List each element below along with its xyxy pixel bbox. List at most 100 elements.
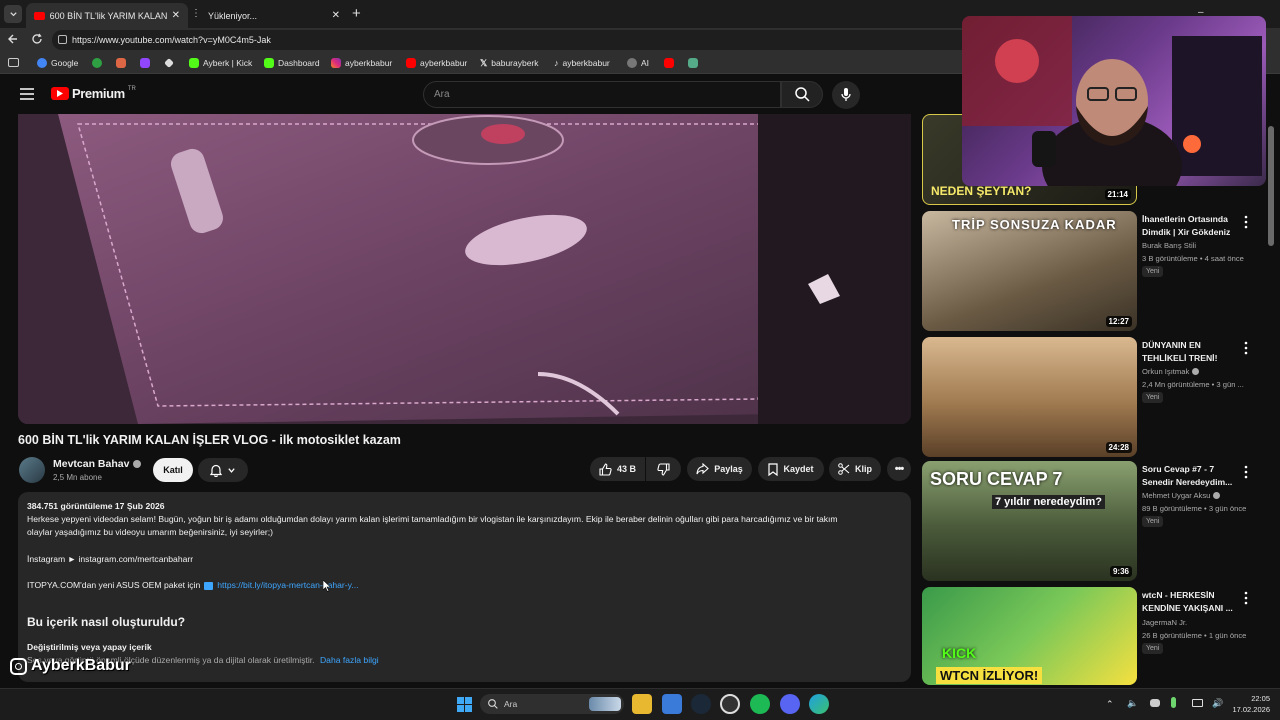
video-title[interactable]: DÜNYANIN EN TEHLİKELİ TRENİ! [1142, 339, 1242, 365]
twitch-icon [140, 58, 150, 68]
kick-icon [189, 58, 199, 68]
mouse-cursor [323, 580, 331, 592]
youtube-logo[interactable]: Premium TR [51, 86, 136, 101]
bookmark-icon-yt[interactable] [664, 56, 674, 70]
tab-loading[interactable]: Yükleniyor... ✕ [200, 3, 348, 28]
channel-name[interactable]: Orkun Işıtmak [1142, 367, 1200, 376]
discord-icon[interactable] [780, 694, 800, 714]
page-scrollbar[interactable] [1268, 126, 1274, 246]
voice-search-button[interactable] [832, 81, 860, 109]
bookmark-icon-1[interactable] [92, 56, 102, 70]
video-player[interactable] [18, 114, 911, 424]
video-title[interactable]: Soru Cevap #7 - 7 Senedir Neredeydim... [1142, 463, 1242, 489]
dislike-button[interactable] [646, 457, 681, 481]
video-thumbnail[interactable]: KICK WTCN İZLİYOR! [922, 587, 1137, 685]
sidebar-toggle-icon[interactable] [8, 58, 19, 67]
new-badge: Yeni [1142, 266, 1164, 277]
volume-icon[interactable]: 🔊 [1212, 698, 1223, 709]
search-button[interactable] [781, 81, 823, 108]
menu-icon[interactable] [20, 88, 34, 100]
verified-icon [1213, 492, 1221, 499]
bookmark-instagram[interactable]: ayberkbabur [331, 56, 392, 70]
join-button[interactable]: Katıl [153, 458, 193, 482]
ai-icon [627, 58, 637, 68]
channel-name[interactable]: Mevtcan Bahav [53, 458, 142, 470]
clock[interactable]: 22:05 17.02.2026 [1230, 693, 1270, 715]
tab-close-icon[interactable]: ✕ [332, 10, 340, 21]
video-thumbnail[interactable]: SORU CEVAP 7 7 yıldır neredeydim? 9:36 [922, 461, 1137, 581]
google-icon [37, 58, 47, 68]
tray-chevron-up-icon[interactable]: ⌃ [1106, 699, 1114, 710]
recommendation-card[interactable]: SORU CEVAP 7 7 yıldır neredeydim? 9:36 S… [922, 461, 1267, 581]
video-thumbnail[interactable]: 24:28 [922, 337, 1137, 457]
like-button[interactable]: 43 B [590, 457, 645, 481]
video-title: 600 BİN TL'lik YARIM KALAN İŞLER VLOG - … [18, 433, 401, 447]
video-duration: 24:28 [1105, 442, 1132, 453]
file-explorer-icon[interactable] [632, 694, 652, 714]
thumbnail-subcaption: WTCN İZLİYOR! [936, 667, 1043, 684]
discord-tray-icon[interactable] [1150, 699, 1160, 707]
tab-active[interactable]: 600 BİN TL'lik YARIM KALAN İŞLER ✕ [26, 3, 188, 28]
bookmark-icon-3[interactable] [140, 56, 150, 70]
bookmark-kick[interactable]: Ayberk | Kick [189, 56, 252, 70]
description-box[interactable]: 384.751 görüntüleme 17 Şub 2026 Herkese … [18, 492, 911, 682]
video-frame [18, 114, 911, 424]
edge-icon[interactable] [809, 694, 829, 714]
video-title[interactable]: wtcN - HERKESİN KENDİNE YAKIŞANI ... [1142, 589, 1242, 615]
start-button[interactable] [454, 694, 474, 714]
share-button[interactable]: Paylaş [687, 457, 752, 481]
spotify-icon[interactable] [750, 694, 770, 714]
channel-name[interactable]: Burak Barış Stili [1142, 241, 1196, 250]
more-info-link[interactable]: Daha fazla bilgi [320, 655, 379, 665]
recommendation-card[interactable]: KICK WTCN İZLİYOR! wtcN - HERKESİN KENDİ… [922, 587, 1267, 685]
bookmark-tiktok[interactable]: ♪ ayberkbabur [554, 56, 610, 70]
itopya-link[interactable]: https://bit.ly/itopya-mertcan-bahar-y... [217, 579, 358, 592]
new-tab-button[interactable]: + [352, 5, 361, 22]
url-field[interactable]: https://www.youtube.com/watch?v=yM0C4m5-… [52, 30, 972, 50]
channel-name[interactable]: JagermaN Jr. [1142, 618, 1187, 627]
bookmark-ai[interactable]: AI [627, 56, 649, 70]
recommendation-card[interactable]: 24:28 DÜNYANIN EN TEHLİKELİ TRENİ! Orkun… [922, 337, 1267, 457]
tab-close-icon[interactable]: ✕ [172, 10, 180, 21]
reload-icon[interactable] [31, 33, 43, 45]
bookmark-icon-img[interactable] [688, 56, 698, 70]
instagram-icon [10, 657, 27, 675]
tab-list-button[interactable] [4, 5, 22, 23]
video-meta: 26 B görüntüleme • 1 gün önce [1142, 631, 1247, 640]
recommendation-card[interactable]: TRİP SONSUZA KADAR 12:27 İhanetlerin Ort… [922, 211, 1267, 331]
channel-name[interactable]: Mehmet Uygar Aksu [1142, 491, 1221, 500]
bookmark-x[interactable]: 𝕏baburayberk [480, 56, 539, 70]
microphone-tray-icon[interactable] [1171, 697, 1176, 708]
bookmark-icon-2[interactable] [116, 56, 126, 70]
site-info-icon[interactable] [58, 35, 67, 44]
search-icon [794, 87, 810, 102]
bookmark-dashboard[interactable]: Dashboard [264, 56, 320, 70]
notification-button[interactable] [198, 458, 248, 482]
instagram-line: İnstagram ► instagram.com/mertcanbaharr [27, 554, 194, 564]
more-vertical-icon[interactable] [1243, 591, 1249, 605]
youtube-icon [664, 58, 674, 68]
bookmark-youtube[interactable]: ayberkbabur [406, 56, 467, 70]
speaker-icon[interactable]: 🔈 [1127, 698, 1138, 709]
clip-button[interactable]: Klip [829, 457, 881, 481]
photos-icon[interactable] [662, 694, 682, 714]
bookmark-google[interactable]: Google [37, 56, 78, 70]
obs-icon[interactable] [720, 694, 740, 714]
video-title[interactable]: İhanetlerin Ortasında Dimdik | Xir Gökde… [1142, 213, 1242, 239]
save-button[interactable]: Kaydet [758, 457, 824, 481]
bookmark-icon-4[interactable] [164, 56, 174, 70]
more-vertical-icon[interactable] [1243, 341, 1249, 355]
thumbnail-caption: TRİP SONSUZA KADAR [952, 217, 1117, 232]
steam-icon[interactable] [691, 694, 711, 714]
back-icon[interactable] [7, 33, 19, 45]
network-icon[interactable] [1192, 699, 1203, 707]
more-actions-button[interactable]: ••• [887, 457, 911, 481]
search-input[interactable]: Ara [423, 81, 781, 108]
channel-avatar[interactable] [19, 457, 45, 483]
video-thumbnail[interactable]: TRİP SONSUZA KADAR 12:27 [922, 211, 1137, 331]
taskbar-search[interactable]: Ara [480, 694, 624, 714]
more-vertical-icon[interactable] [1243, 215, 1249, 229]
scissors-icon [838, 463, 850, 475]
more-vertical-icon[interactable] [1243, 465, 1249, 479]
thumbnail-caption: NEDEN ŞEYTAN? [931, 184, 1032, 198]
